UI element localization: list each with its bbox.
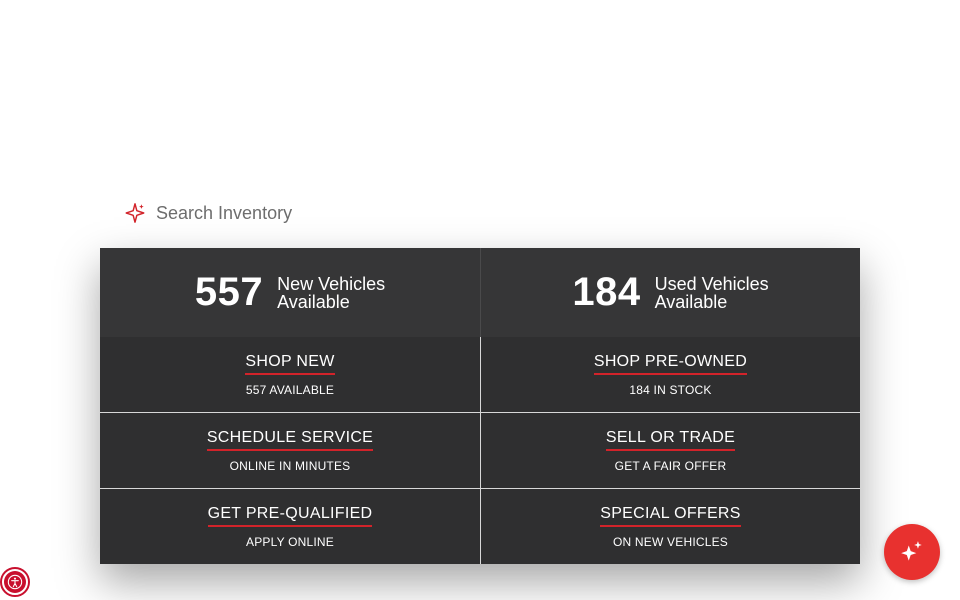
used-vehicles-stat[interactable]: 184 Used Vehicles Available	[480, 248, 860, 337]
used-vehicles-label: Used Vehicles Available	[655, 275, 769, 311]
sparkle-icon	[125, 203, 145, 223]
link-title: SPECIAL OFFERS	[600, 505, 741, 527]
shop-new-link[interactable]: SHOP NEW 557 AVAILABLE	[100, 337, 480, 413]
inventory-panel: 557 New Vehicles Available 184 Used Vehi…	[100, 248, 860, 564]
quick-links-grid: SHOP NEW 557 AVAILABLE SHOP PRE-OWNED 18…	[100, 337, 860, 564]
link-title: SHOP PRE-OWNED	[593, 353, 748, 375]
link-title: SCHEDULE SERVICE	[206, 429, 374, 451]
schedule-service-link[interactable]: SCHEDULE SERVICE ONLINE IN MINUTES	[100, 413, 480, 489]
new-vehicles-stat[interactable]: 557 New Vehicles Available	[100, 248, 480, 337]
search-placeholder: Search Inventory	[156, 202, 293, 223]
get-pre-qualified-link[interactable]: GET PRE-QUALIFIED APPLY ONLINE	[100, 489, 480, 564]
inventory-stats: 557 New Vehicles Available 184 Used Vehi…	[100, 248, 860, 337]
accessibility-button[interactable]	[0, 567, 30, 597]
new-vehicles-label-line2: Available	[277, 291, 350, 312]
used-vehicles-label-line2: Available	[654, 291, 728, 312]
link-subtitle: 184 IN STOCK	[629, 382, 712, 397]
link-subtitle: GET A FAIR OFFER	[614, 458, 727, 473]
search-inventory-field[interactable]: Search Inventory	[120, 196, 520, 230]
link-subtitle: APPLY ONLINE	[246, 534, 334, 549]
link-subtitle: ONLINE IN MINUTES	[229, 458, 351, 473]
sparkles-icon	[901, 541, 922, 561]
new-vehicles-label-line1: New Vehicles	[277, 273, 386, 294]
shop-pre-owned-link[interactable]: SHOP PRE-OWNED 184 IN STOCK	[480, 337, 860, 413]
link-subtitle: 557 AVAILABLE	[245, 382, 335, 397]
ai-assistant-button[interactable]	[884, 524, 940, 580]
new-vehicles-label: New Vehicles Available	[277, 275, 385, 311]
link-subtitle: ON NEW VEHICLES	[612, 534, 729, 549]
new-vehicles-count: 557	[194, 270, 264, 314]
used-vehicles-count: 184	[572, 270, 641, 314]
link-title: SHOP NEW	[245, 353, 335, 375]
special-offers-link[interactable]: SPECIAL OFFERS ON NEW VEHICLES	[480, 489, 860, 564]
sell-or-trade-link[interactable]: SELL OR TRADE GET A FAIR OFFER	[480, 413, 860, 489]
used-vehicles-label-line1: Used Vehicles	[654, 273, 769, 294]
link-title: SELL OR TRADE	[605, 429, 736, 451]
link-title: GET PRE-QUALIFIED	[207, 505, 373, 527]
accessibility-icon	[4, 571, 26, 593]
